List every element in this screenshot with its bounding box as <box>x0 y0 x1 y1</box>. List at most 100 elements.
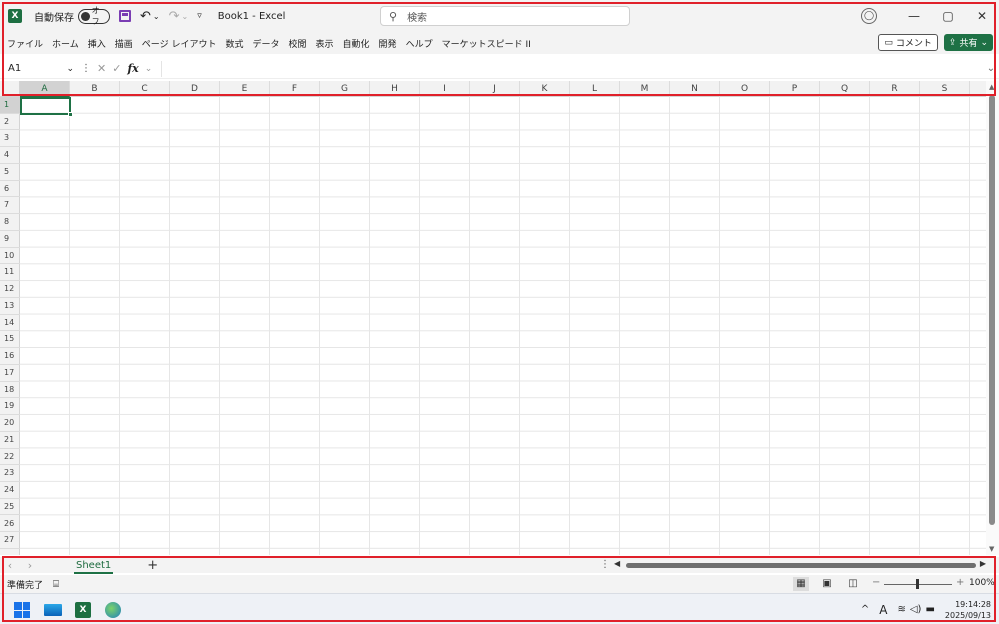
tab-developer[interactable]: 開発 <box>379 37 397 50</box>
add-sheet-button[interactable]: + <box>147 558 158 573</box>
scroll-right-icon[interactable]: ▶ <box>980 559 986 568</box>
column-header-a[interactable]: A <box>20 81 70 97</box>
excel-taskbar-button[interactable]: X <box>73 600 93 620</box>
row-header-20[interactable]: 20 <box>0 415 20 432</box>
page-break-view-icon[interactable]: ◫ <box>845 577 861 591</box>
minimize-button[interactable]: — <box>897 9 931 23</box>
zoom-in-button[interactable]: + <box>956 577 964 588</box>
row-header-23[interactable]: 23 <box>0 465 20 482</box>
column-header-l[interactable]: L <box>570 81 620 97</box>
wifi-icon[interactable]: ≋ <box>897 604 905 615</box>
chevron-down-icon[interactable]: ⌄ <box>145 64 153 74</box>
tab-home[interactable]: ホーム <box>52 37 79 50</box>
row-header-25[interactable]: 25 <box>0 499 20 516</box>
cell-area[interactable] <box>20 97 986 555</box>
column-header-e[interactable]: E <box>220 81 270 97</box>
zoom-percent[interactable]: 100% <box>969 578 995 588</box>
cancel-icon[interactable]: ✕ <box>97 62 106 75</box>
clock[interactable]: 19:14:28 2025/09/13 <box>945 599 991 621</box>
row-header-5[interactable]: 5 <box>0 164 20 181</box>
row-header-14[interactable]: 14 <box>0 315 20 332</box>
row-header-7[interactable]: 7 <box>0 197 20 215</box>
enter-icon[interactable]: ✓ <box>112 62 121 75</box>
row-header-6[interactable]: 6 <box>0 181 20 198</box>
column-header-s[interactable]: S <box>920 81 970 97</box>
more-options-icon[interactable]: ⋮ <box>81 63 91 74</box>
select-all-button[interactable] <box>0 81 20 97</box>
row-header-18[interactable]: 18 <box>0 382 20 399</box>
comments-button[interactable]: ▭ コメント <box>878 34 938 51</box>
row-header-3[interactable]: 3 <box>0 130 20 148</box>
zoom-out-button[interactable]: − <box>872 577 880 588</box>
row-header-8[interactable]: 8 <box>0 214 20 231</box>
autosave-toggle[interactable]: オフ <box>78 6 110 26</box>
tab-automate[interactable]: 自動化 <box>343 37 370 50</box>
scroll-down-icon[interactable]: ▼ <box>989 545 994 553</box>
vertical-scrollbar[interactable]: ▲ ▼ <box>986 81 999 555</box>
account-avatar-icon[interactable]: ◯ <box>861 8 877 24</box>
prev-sheet-icon[interactable]: ‹ <box>0 559 20 572</box>
row-header-9[interactable]: 9 <box>0 231 20 248</box>
row-header-15[interactable]: 15 <box>0 331 20 349</box>
start-button[interactable] <box>12 600 32 620</box>
column-header-i[interactable]: I <box>420 81 470 97</box>
tab-formulas[interactable]: 数式 <box>225 37 243 50</box>
tab-view[interactable]: 表示 <box>316 37 334 50</box>
column-header-c[interactable]: C <box>120 81 170 97</box>
row-header-17[interactable]: 17 <box>0 365 20 382</box>
desktop-app-button[interactable] <box>43 600 63 620</box>
redo-button[interactable]: ↷ ⌄ <box>169 9 189 24</box>
page-layout-view-icon[interactable]: ▣ <box>819 577 835 591</box>
vertical-scroll-thumb[interactable] <box>989 95 995 525</box>
row-header-2[interactable]: 2 <box>0 114 20 131</box>
search-input[interactable]: ⚲ 検索 <box>380 6 630 26</box>
tab-insert[interactable]: 挿入 <box>88 37 106 50</box>
horizontal-scroll-thumb[interactable] <box>626 563 976 568</box>
tab-split-handle-icon[interactable]: ⋮ <box>600 559 610 570</box>
browser-taskbar-button[interactable] <box>103 600 123 620</box>
column-header-o[interactable]: O <box>720 81 770 97</box>
row-header-21[interactable]: 21 <box>0 432 20 449</box>
row-header-12[interactable]: 12 <box>0 281 20 298</box>
column-header-m[interactable]: M <box>620 81 670 97</box>
column-header-n[interactable]: N <box>670 81 720 97</box>
tab-data[interactable]: データ <box>252 37 279 50</box>
column-header-b[interactable]: B <box>70 81 120 97</box>
undo-button[interactable]: ↶ ⌄ <box>140 9 160 24</box>
restore-button[interactable]: ▢ <box>931 9 965 23</box>
spreadsheet-grid[interactable]: ABCDEFGHIJKLMNOPQRS 1 2 3 4 5 6 7 8 9 10 11 12 13 14 1… <box>0 81 986 555</box>
tab-draw[interactable]: 描画 <box>115 37 133 50</box>
name-box[interactable]: A1 ⌄ <box>4 61 78 77</box>
row-header-24[interactable]: 24 <box>0 482 20 499</box>
normal-view-icon[interactable]: ▦ <box>793 577 809 591</box>
accessibility-icon[interactable]: ⌸ <box>53 579 59 590</box>
row-header-22[interactable]: 22 <box>0 449 20 466</box>
formula-input[interactable] <box>161 60 983 77</box>
row-header-4[interactable]: 4 <box>0 147 20 164</box>
column-header-f[interactable]: F <box>270 81 320 97</box>
column-header-k[interactable]: K <box>520 81 570 97</box>
column-header-r[interactable]: R <box>870 81 920 97</box>
row-header-1[interactable]: 1 <box>0 97 20 114</box>
row-header-13[interactable]: 13 <box>0 298 20 315</box>
show-hidden-icons-icon[interactable]: ^ <box>861 604 869 615</box>
horizontal-scrollbar[interactable]: ◀ ▶ <box>614 559 994 571</box>
active-cell[interactable] <box>20 97 71 115</box>
tab-file[interactable]: ファイル <box>7 37 43 50</box>
tab-review[interactable]: 校閲 <box>289 37 307 50</box>
scroll-up-icon[interactable]: ▲ <box>989 83 994 91</box>
row-header-26[interactable]: 26 <box>0 516 20 533</box>
tab-page-layout[interactable]: ページ レイアウト <box>142 37 217 50</box>
volume-icon[interactable]: ◁) <box>910 604 922 615</box>
column-header-p[interactable]: P <box>770 81 820 97</box>
insert-function-icon[interactable]: fx <box>127 62 138 75</box>
row-header-19[interactable]: 19 <box>0 398 20 416</box>
scroll-left-icon[interactable]: ◀ <box>614 559 620 568</box>
expand-formula-bar-icon[interactable]: ⌄ <box>983 63 999 74</box>
column-header-h[interactable]: H <box>370 81 420 97</box>
row-header-16[interactable]: 16 <box>0 348 20 365</box>
save-button[interactable] <box>119 10 131 22</box>
column-header-d[interactable]: D <box>170 81 220 97</box>
fill-handle[interactable] <box>68 112 73 117</box>
sheet-tab-sheet1[interactable]: Sheet1 <box>72 560 115 574</box>
